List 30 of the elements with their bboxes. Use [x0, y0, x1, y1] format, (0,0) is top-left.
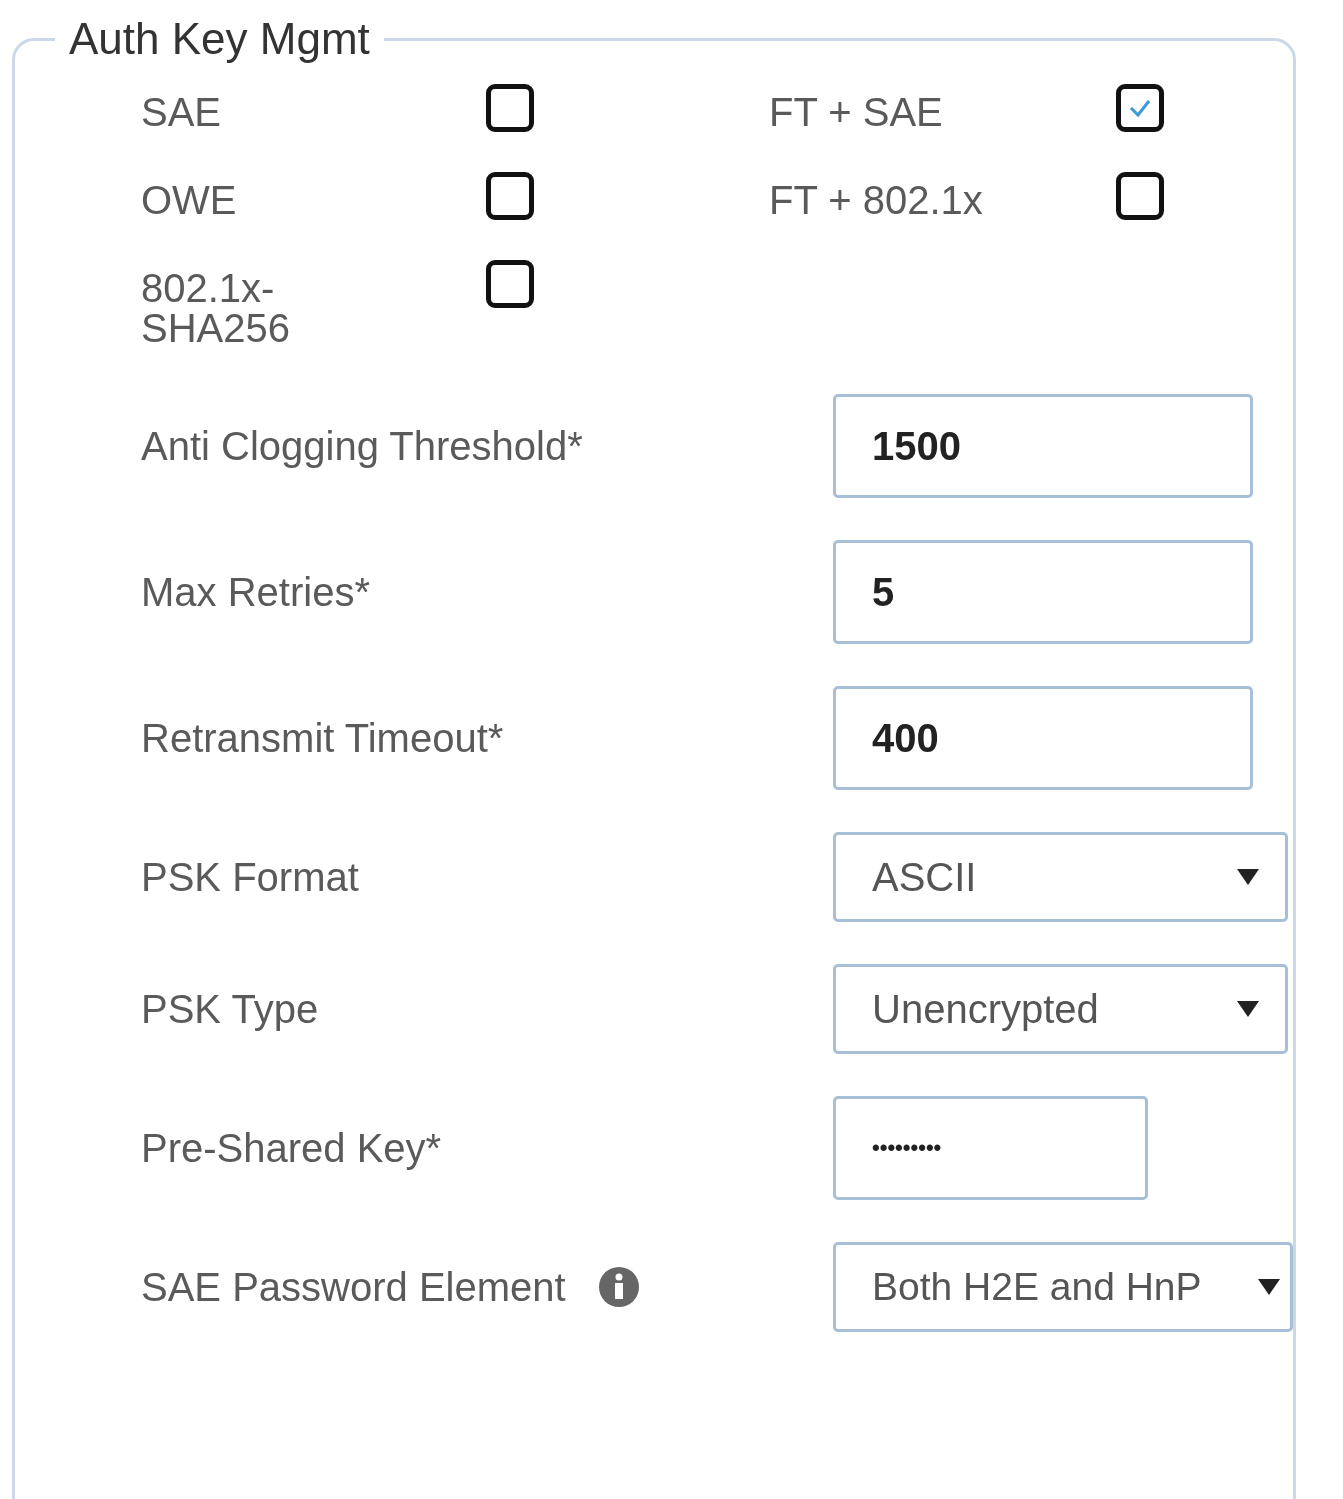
dropdown-caret-icon	[1237, 869, 1259, 885]
checkbox-label: OWE	[141, 177, 238, 220]
field-label: Anti Clogging Threshold*	[141, 423, 583, 469]
checkbox[interactable]	[486, 260, 534, 308]
field-label: PSK Format	[141, 854, 359, 900]
checkmark-icon	[1128, 98, 1152, 118]
field-label: Retransmit Timeout*	[141, 715, 504, 761]
input-field[interactable]: 5	[833, 540, 1253, 644]
checkbox[interactable]	[1116, 172, 1164, 220]
info-icon[interactable]	[597, 1266, 640, 1308]
dropdown[interactable]: ASCII	[833, 832, 1288, 922]
checkbox[interactable]	[1116, 84, 1164, 132]
input-field[interactable]: 400	[833, 686, 1253, 790]
checkbox-label: FT + 802.1x	[769, 177, 984, 220]
dropdown[interactable]: Both H2E and HnP	[833, 1242, 1293, 1332]
checkbox[interactable]	[486, 84, 534, 132]
field-label: Pre-Shared Key*	[141, 1125, 442, 1171]
field-label: SAE Password Element	[141, 1264, 566, 1310]
dropdown-caret-icon	[1237, 1001, 1259, 1017]
field-label: PSK Type	[141, 986, 319, 1032]
checkbox-label: FT + SAE	[769, 89, 944, 132]
password-field[interactable]: •••••••••	[833, 1096, 1148, 1200]
checkbox-label: SAE	[141, 89, 223, 132]
field-label: Max Retries*	[141, 569, 370, 615]
checkbox[interactable]	[486, 172, 534, 220]
dropdown[interactable]: Unencrypted	[833, 964, 1288, 1054]
dropdown-caret-icon	[1258, 1279, 1280, 1295]
section-title: Auth Key Mgmt	[68, 14, 371, 64]
checkbox-label: 802.1x-SHA256	[141, 265, 291, 348]
input-field[interactable]: 1500	[833, 394, 1253, 498]
